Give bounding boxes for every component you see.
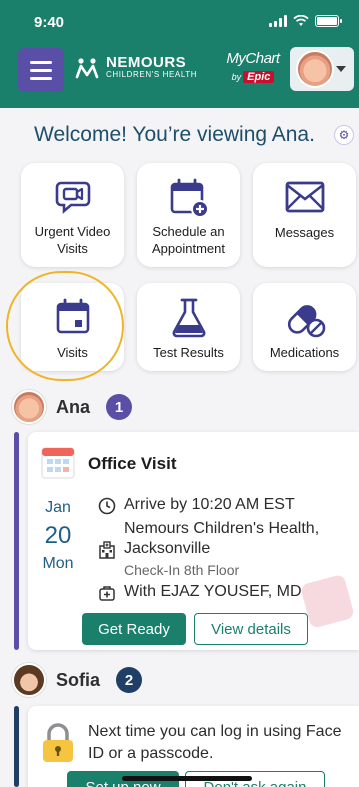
signal-icon <box>269 15 287 27</box>
chevron-down-icon <box>336 66 346 72</box>
tile-label: Schedule an Appointment <box>152 224 225 256</box>
gear-icon[interactable]: ⚙ <box>334 125 354 145</box>
wifi-icon <box>293 15 309 26</box>
tile-messages[interactable]: Messages <box>253 163 356 267</box>
patient-header-ana: Ana 1 <box>12 390 133 424</box>
mychart-logo: MyChart by Epic <box>222 50 284 85</box>
nemours-logo: NEMOURS CHILDREN'S HEALTH <box>74 55 197 81</box>
account-switcher-button[interactable] <box>290 47 354 91</box>
get-ready-button[interactable]: Get Ready <box>82 613 186 645</box>
clock-icon <box>98 497 116 515</box>
tile-medications[interactable]: Medications <box>253 283 356 371</box>
decorative-shape-icon <box>301 575 354 628</box>
tile-urgent-video-visits[interactable]: Urgent Video Visits <box>21 163 124 267</box>
mychart-text: MyChart <box>226 50 280 67</box>
checkin-floor: Check-In 8th Floor <box>124 562 240 578</box>
app-header: 9:40 NEMOURS CHILDREN'S HEALTH MyChart b… <box>0 0 359 108</box>
patient-badge: 2 <box>116 667 143 693</box>
face-id-prompt-card: Next time you can log in using Face ID o… <box>28 706 359 787</box>
nemours-mark-icon <box>75 58 99 79</box>
status-time: 9:40 <box>34 14 65 31</box>
tile-label: Test Results <box>153 345 224 360</box>
tile-label: Messages <box>274 225 335 240</box>
avatar <box>296 50 334 88</box>
provider-name: With EJAZ YOUSEF, MD <box>124 583 302 600</box>
menu-button[interactable] <box>18 48 64 92</box>
medical-bag-icon <box>99 586 115 601</box>
patient-name: Ana <box>56 396 91 417</box>
tile-label: Medications <box>269 345 340 360</box>
appointment-card[interactable]: Office Visit Jan 20 Mon Arrive by 10:20 … <box>28 432 359 650</box>
calendar-add-icon <box>170 178 209 218</box>
visit-type-title: Office Visit <box>88 454 177 473</box>
visit-month: Jan <box>45 499 71 516</box>
hospital-icon <box>99 541 115 559</box>
patient-badge: 1 <box>106 394 133 420</box>
patient-header-sofia: Sofia 2 <box>12 663 143 697</box>
visit-date: Jan 20 Mon <box>38 494 78 578</box>
face-id-message: Next time you can log in using Face ID o… <box>88 723 342 762</box>
view-details-button[interactable]: View details <box>194 613 308 645</box>
pill-icon <box>287 305 325 338</box>
brand-subtitle: CHILDREN'S HEALTH <box>106 70 198 79</box>
lock-icon <box>43 723 73 762</box>
welcome-message: Welcome! You’re viewing Ana. <box>34 123 315 146</box>
battery-icon <box>315 15 342 27</box>
epic-badge: Epic <box>243 71 275 83</box>
tile-label: Urgent Video Visits <box>34 224 111 256</box>
calendar-icon <box>56 298 89 334</box>
visit-day: 20 <box>44 522 72 549</box>
tile-visits[interactable]: Visits <box>21 283 124 371</box>
calendar-grid-icon <box>41 447 75 479</box>
avatar <box>12 390 46 424</box>
avatar <box>12 663 46 697</box>
location-line1: Nemours Children's Health, <box>124 520 320 537</box>
envelope-icon <box>285 181 324 213</box>
home-indicator <box>122 776 252 781</box>
brand-name: NEMOURS <box>106 54 187 71</box>
arrive-time: Arrive by 10:20 AM EST <box>124 496 295 513</box>
status-icons <box>269 15 342 27</box>
patient-name: Sofia <box>56 669 101 690</box>
by-text: by <box>231 72 242 82</box>
tile-label: Visits <box>57 345 88 360</box>
tile-test-results[interactable]: Test Results <box>137 283 240 371</box>
video-chat-icon <box>55 181 90 214</box>
flask-icon <box>172 298 205 338</box>
location-line2: Jacksonville <box>124 540 211 557</box>
visit-weekday: Mon <box>42 555 74 572</box>
patient-color-bar <box>14 432 19 650</box>
tile-schedule-appointment[interactable]: Schedule an Appointment <box>137 163 240 267</box>
status-bar: 9:40 <box>0 0 359 44</box>
patient-color-bar <box>14 706 19 787</box>
